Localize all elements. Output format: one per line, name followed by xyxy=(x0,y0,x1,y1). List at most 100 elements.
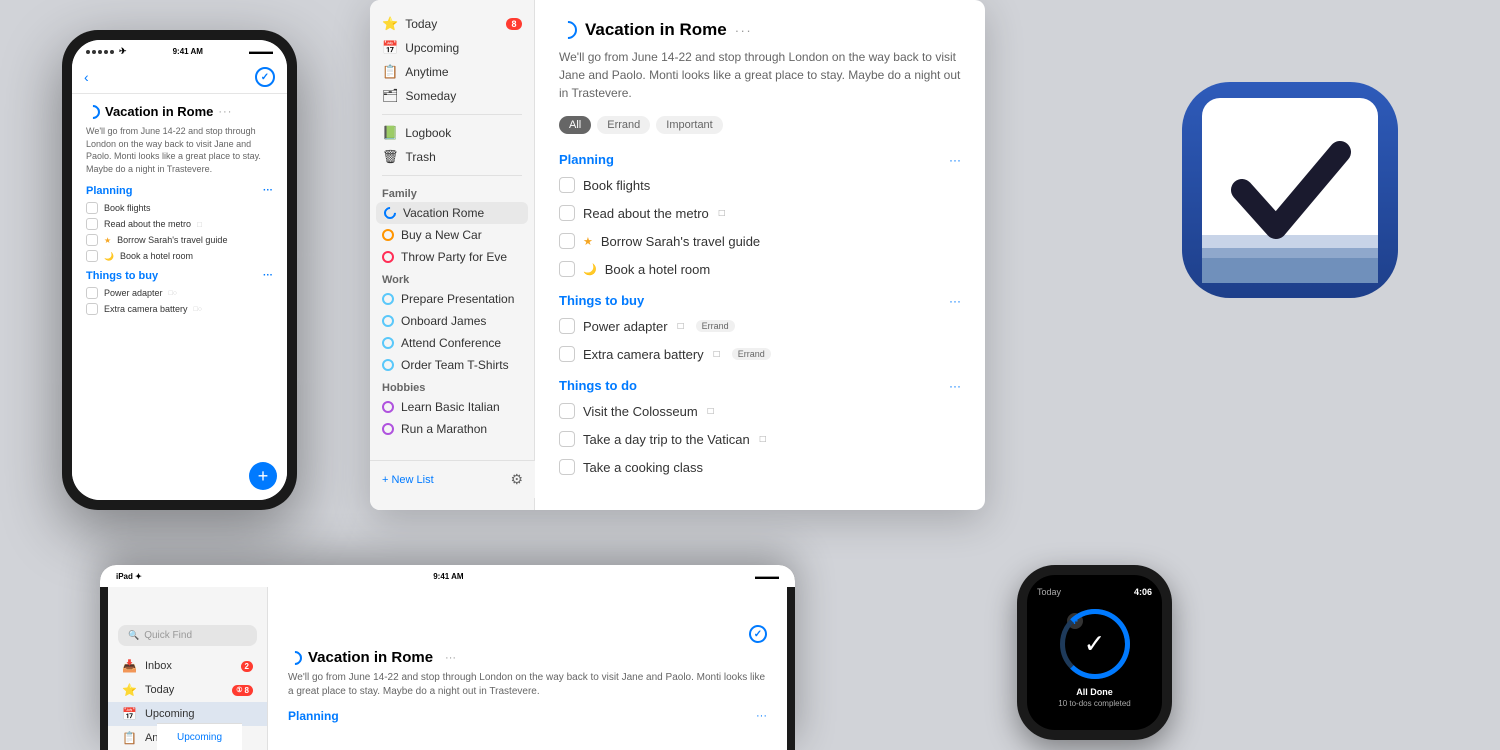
phone-todo-book-flights: Book flights xyxy=(86,202,273,214)
things-buy-section-header: Things to buy ··· xyxy=(559,293,961,308)
note-icon-camera-battery: □ xyxy=(714,349,720,360)
checkbox-vatican[interactable] xyxy=(559,431,575,447)
sidebar-group-work: Work xyxy=(370,268,534,288)
ipad-upcoming-label: Upcoming xyxy=(145,708,195,720)
things-do-section-title: Things to do xyxy=(559,378,637,393)
sidebar-item-buy-car[interactable]: Buy a New Car xyxy=(370,224,534,246)
todo-book-flights: Book flights xyxy=(559,175,961,195)
filter-tab-errand[interactable]: Errand xyxy=(597,116,650,134)
phone-checkbox-6[interactable] xyxy=(86,303,98,315)
phone-screen: ✈ 9:41 AM ▬▬▬ ‹ Vacation in Rome ··· We'… xyxy=(72,40,287,500)
sidebar-item-anytime[interactable]: 📋 Anytime xyxy=(370,60,534,84)
sidebar-item-run-marathon[interactable]: Run a Marathon xyxy=(370,418,534,440)
todo-cooking: Take a cooking class xyxy=(559,457,961,477)
sidebar-item-trash[interactable]: 🗑 Trash xyxy=(370,145,534,169)
phone-checkbox-2[interactable] xyxy=(86,218,98,230)
add-task-button[interactable]: + xyxy=(249,462,277,490)
things-buy-more-button[interactable]: ··· xyxy=(949,294,961,308)
ipad-bottom-upcoming[interactable]: Upcoming xyxy=(157,723,242,750)
planning-section-header: Planning ··· xyxy=(559,152,961,167)
sidebar-item-someday[interactable]: 🗂 Someday xyxy=(370,84,534,108)
note-icon-3: □○ xyxy=(194,306,202,313)
sidebar-item-onboard-james[interactable]: Onboard James xyxy=(370,310,534,332)
sidebar-item-prepare-pres[interactable]: Prepare Presentation xyxy=(370,288,534,310)
phone-todo-travel-guide: ★ Borrow Sarah's travel guide xyxy=(86,234,273,246)
checkbox-book-flights[interactable] xyxy=(559,177,575,193)
sidebar-item-attend-conf[interactable]: Attend Conference xyxy=(370,332,534,354)
someday-icon: 🗂 xyxy=(382,88,399,104)
ipad-planning-more[interactable]: ··· xyxy=(756,710,767,722)
ipad-status-battery: ▬▬▬ xyxy=(755,573,779,581)
phone-checkbox-4[interactable] xyxy=(86,250,98,262)
watch-today-label: Today xyxy=(1037,587,1061,597)
ipad-nav-today[interactable]: ⭐ Today ①8 xyxy=(108,678,267,702)
inbox-icon-ipad: 📥 xyxy=(122,659,137,673)
things-do-more-button[interactable]: ··· xyxy=(949,379,961,393)
ipad-search-bar[interactable]: 🔍 Quick Find xyxy=(118,625,257,646)
sidebar-item-throw-party[interactable]: Throw Party for Eve xyxy=(370,246,534,268)
phone-task-desc: We'll go from June 14-22 and stop throug… xyxy=(86,125,273,175)
ipad-complete-button[interactable]: ✓ xyxy=(749,625,767,643)
sidebar-divider-2 xyxy=(382,175,522,176)
sidebar-onboard-james-label: Onboard James xyxy=(401,314,522,328)
ipad-search-placeholder: Quick Find xyxy=(144,630,192,641)
checkbox-colosseum[interactable] xyxy=(559,403,575,419)
watch-time: 4:06 xyxy=(1134,587,1152,597)
phone-checkbox-1[interactable] xyxy=(86,202,98,214)
sidebar-divider-1 xyxy=(382,114,522,115)
phone-checkbox-5[interactable] xyxy=(86,287,98,299)
ipad-main: ✓ Vacation in Rome ··· We'll go from Jun… xyxy=(268,573,787,750)
planning-more-button[interactable]: ··· xyxy=(949,153,961,167)
phone-todo-metro: Read about the metro □ xyxy=(86,218,273,230)
checkbox-cooking[interactable] xyxy=(559,459,575,475)
sidebar-item-vacation-rome[interactable]: Vacation Rome xyxy=(376,202,528,224)
filter-icon[interactable]: ⚙ xyxy=(510,471,523,488)
sidebar-item-today[interactable]: ⭐ Today 8 xyxy=(370,12,534,36)
note-icon-power-adapter: □ xyxy=(678,321,684,332)
sidebar-item-order-tshirts[interactable]: Order Team T-Shirts xyxy=(370,354,534,376)
sidebar-upcoming-label: Upcoming xyxy=(405,41,522,55)
phone-task-title: Vacation in Rome xyxy=(105,104,213,119)
checkbox-travel-guide[interactable] xyxy=(559,233,575,249)
sidebar-item-learn-italian[interactable]: Learn Basic Italian xyxy=(370,396,534,418)
note-icon-colosseum: □ xyxy=(708,406,714,417)
sidebar-anytime-label: Anytime xyxy=(405,65,522,79)
vacation-rome-circle xyxy=(382,205,399,222)
phone-more-button[interactable]: ··· xyxy=(218,106,232,118)
checkbox-hotel[interactable] xyxy=(559,261,575,277)
phone-body: ✈ 9:41 AM ▬▬▬ ‹ Vacation in Rome ··· We'… xyxy=(62,30,297,510)
phone-planning-more[interactable]: ··· xyxy=(263,185,273,197)
back-button[interactable]: ‹ xyxy=(84,69,89,85)
star-icon-travel-guide: ★ xyxy=(583,235,593,248)
filter-tabs: All Errand Important xyxy=(559,116,961,134)
attend-conf-circle xyxy=(382,337,394,349)
today-icon-ipad: ⭐ xyxy=(122,683,137,697)
todo-hotel: 🌙 Book a hotel room xyxy=(559,259,961,279)
filter-tab-important[interactable]: Important xyxy=(656,116,722,134)
ipad-task-desc: We'll go from June 14-22 and stop throug… xyxy=(288,671,767,699)
ipad-more-button[interactable]: ··· xyxy=(445,652,456,664)
checkbox-power-adapter[interactable] xyxy=(559,318,575,334)
phone-things-buy-more[interactable]: ··· xyxy=(263,270,273,282)
sidebar-group-family: Family xyxy=(370,182,534,202)
order-tshirts-circle xyxy=(382,359,394,371)
filter-tab-all[interactable]: All xyxy=(559,116,591,134)
watch-progress-circle: ✓ xyxy=(1060,609,1130,679)
checkbox-metro[interactable] xyxy=(559,205,575,221)
ipad-nav-inbox[interactable]: 📥 Inbox 2 xyxy=(108,654,267,678)
phone-checkbox-3[interactable] xyxy=(86,234,98,246)
checkbox-camera-battery[interactable] xyxy=(559,346,575,362)
sidebar-item-logbook[interactable]: 📗 Logbook xyxy=(370,121,534,145)
ipad-status-time: 9:41 AM xyxy=(433,573,463,581)
sidebar: ⭐ Today 8 📅 Upcoming 📋 Anytime 🗂 Someday xyxy=(370,0,535,510)
main-task-desc: We'll go from June 14-22 and stop throug… xyxy=(559,48,961,102)
sidebar-throw-party-label: Throw Party for Eve xyxy=(401,250,522,264)
app-icon-container xyxy=(1180,80,1400,305)
run-marathon-circle xyxy=(382,423,394,435)
complete-button[interactable] xyxy=(255,67,275,87)
anytime-icon: 📋 xyxy=(382,64,398,80)
new-list-button[interactable]: + New List xyxy=(382,474,434,486)
sidebar-item-upcoming[interactable]: 📅 Upcoming xyxy=(370,36,534,60)
watch-top-row: Today 4:06 xyxy=(1037,587,1152,597)
main-more-button[interactable]: ··· xyxy=(735,23,753,38)
